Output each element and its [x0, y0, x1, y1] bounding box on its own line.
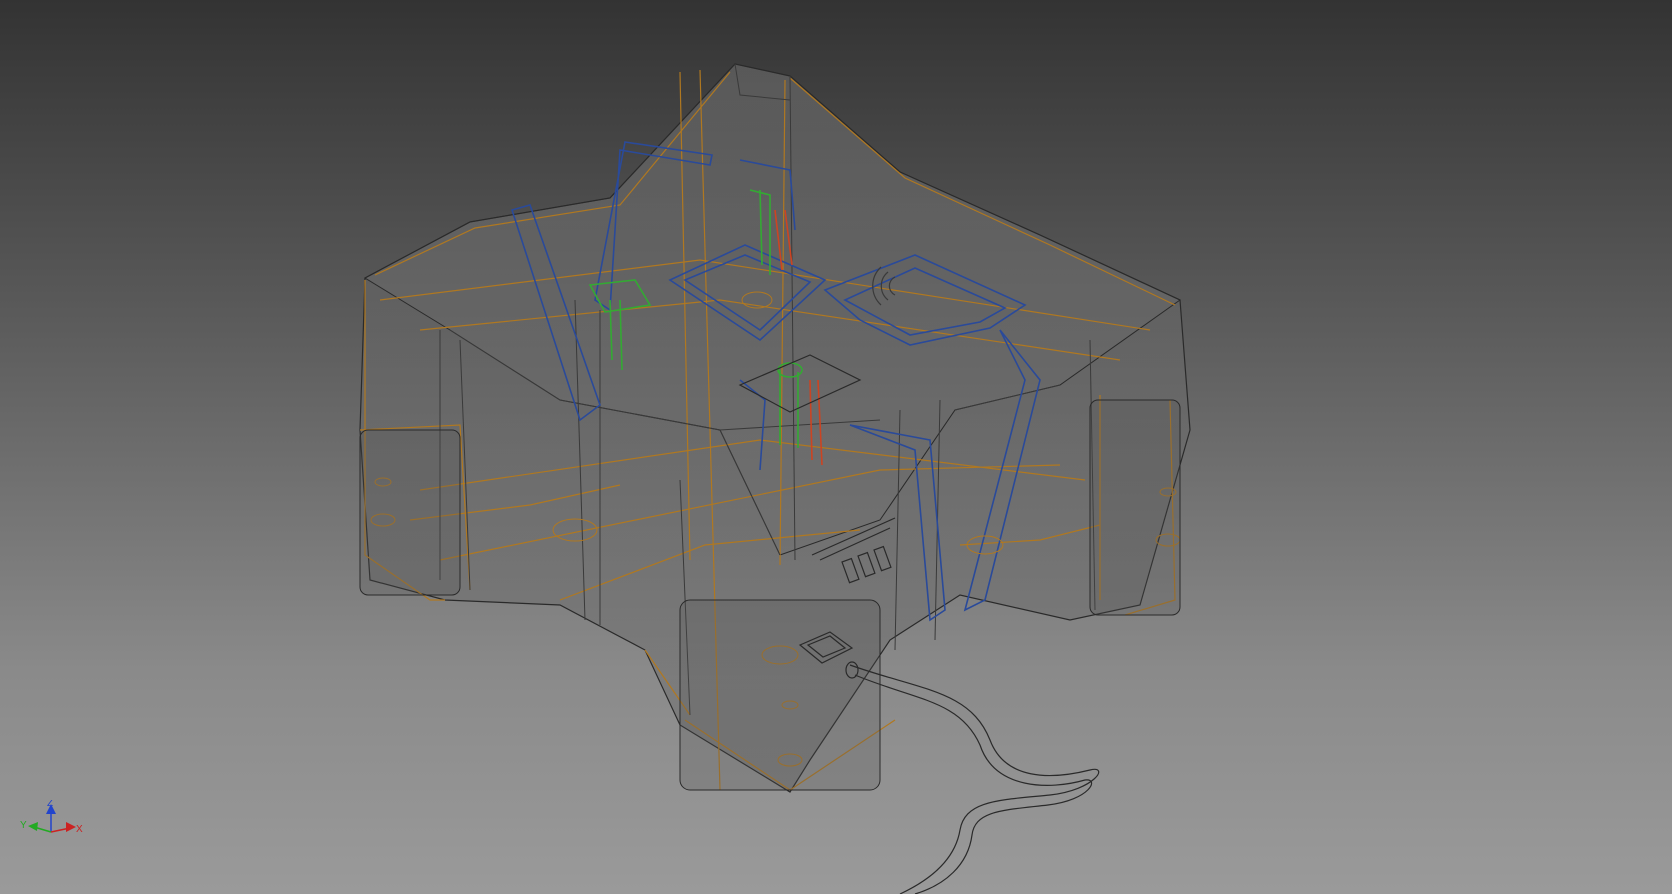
- x-axis-cone: [66, 822, 76, 832]
- z-axis-label: Z: [47, 800, 53, 809]
- x-axis-label: X: [76, 824, 83, 835]
- y-axis-cone: [28, 822, 38, 831]
- view-orientation-triad[interactable]: Z X Y: [18, 800, 84, 848]
- model-wireframe-scene[interactable]: [0, 0, 1672, 894]
- usb-cable[interactable]: [845, 661, 1100, 894]
- y-axis-label: Y: [20, 820, 27, 831]
- 3d-viewport[interactable]: Z X Y: [0, 0, 1672, 894]
